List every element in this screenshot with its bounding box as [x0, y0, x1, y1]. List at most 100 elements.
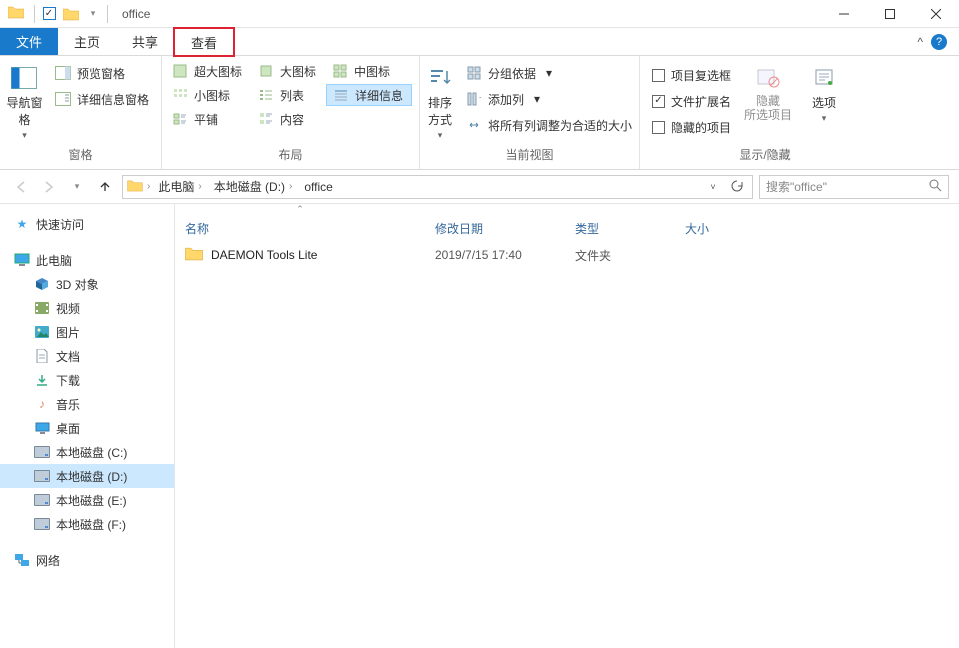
sort-indicator-icon: ⌃ [175, 204, 425, 214]
forward-button[interactable] [38, 176, 60, 198]
main-area: ★快速访问 此电脑 3D 对象 视频 图片 文档 下载 ♪音乐 桌面 本地磁盘 … [0, 204, 959, 648]
tree-drive-c[interactable]: 本地磁盘 (C:) [0, 440, 174, 464]
tree-videos[interactable]: 视频 [0, 296, 174, 320]
tree-drive-d[interactable]: 本地磁盘 (D:) [0, 464, 174, 488]
back-button[interactable] [10, 176, 32, 198]
chevron-down-icon: ▾ [534, 92, 540, 106]
item-checkboxes-toggle[interactable]: 项目复选框 [646, 64, 737, 86]
xlarge-icons-icon [172, 63, 188, 79]
sort-button[interactable]: 排序方式 ▾ [426, 60, 454, 143]
groupby-button[interactable]: 分组依据▾ [460, 62, 638, 84]
minimize-button[interactable] [821, 0, 867, 28]
chevron-right-icon[interactable]: › [147, 181, 150, 192]
addcolumns-button[interactable]: +添加列▾ [460, 88, 638, 110]
addcolumns-icon: + [466, 91, 482, 107]
file-type: 文件夹 [575, 247, 685, 264]
file-name: DAEMON Tools Lite [211, 248, 317, 262]
history-dropdown-button[interactable]: ˅ [702, 176, 724, 198]
medium-icons-icon [332, 63, 348, 79]
navigation-pane-button[interactable]: 导航窗格 ▾ [6, 60, 43, 143]
search-icon [929, 179, 942, 195]
details-pane-icon [55, 91, 71, 107]
close-button[interactable] [913, 0, 959, 28]
window-controls [821, 0, 959, 28]
divider [107, 5, 108, 23]
pc-icon [14, 252, 30, 268]
layout-small-button[interactable]: 小图标 [166, 84, 252, 106]
group-panes-label: 窗格 [0, 143, 161, 169]
document-icon [34, 348, 50, 364]
preview-pane-button[interactable]: 预览窗格 [49, 62, 155, 84]
title-bar: ▾ office [0, 0, 959, 28]
divider [34, 5, 35, 23]
layout-xlarge-button[interactable]: 超大图标 [166, 60, 252, 82]
collapse-ribbon-icon[interactable]: ^ [917, 35, 923, 49]
layout-details-button[interactable]: 详细信息 [326, 84, 412, 106]
column-name[interactable]: 名称 [175, 220, 425, 237]
fitcolumns-button[interactable]: 将所有列调整为合适的大小 [460, 114, 638, 136]
details-icon [333, 87, 349, 103]
drive-icon [34, 468, 50, 484]
breadcrumb-drive[interactable]: 本地磁盘 (D:)› [210, 178, 297, 195]
layout-medium-button[interactable]: 中图标 [326, 60, 400, 82]
layout-tiles-button[interactable]: 平铺 [166, 108, 252, 130]
layout-content-button[interactable]: 内容 [252, 108, 326, 130]
breadcrumb-folder[interactable]: office [300, 180, 336, 194]
groupby-icon [466, 65, 482, 81]
chevron-down-icon: ▾ [822, 113, 827, 124]
details-pane-button[interactable]: 详细信息窗格 [49, 88, 155, 110]
music-icon: ♪ [34, 396, 50, 412]
tree-drive-e[interactable]: 本地磁盘 (E:) [0, 488, 174, 512]
column-date[interactable]: 修改日期 [425, 220, 565, 237]
up-button[interactable] [94, 176, 116, 198]
tab-view[interactable]: 查看 [174, 28, 234, 56]
group-layout: 超大图标 大图标 中图标 小图标 列表 详细信息 平铺 内容 布局 [162, 56, 420, 169]
tree-music[interactable]: ♪音乐 [0, 392, 174, 416]
tree-3d-objects[interactable]: 3D 对象 [0, 272, 174, 296]
tree-this-pc[interactable]: 此电脑 [0, 248, 174, 272]
maximize-button[interactable] [867, 0, 913, 28]
qat-properties-icon[interactable] [39, 4, 59, 24]
recent-locations-button[interactable]: ▾ [66, 176, 88, 198]
chevron-down-icon: ▾ [546, 66, 552, 80]
options-button[interactable]: 选项 ▾ [799, 60, 849, 143]
tree-desktop[interactable]: 桌面 [0, 416, 174, 440]
tree-drive-f[interactable]: 本地磁盘 (F:) [0, 512, 174, 536]
tab-home[interactable]: 主页 [58, 28, 116, 55]
file-extensions-toggle[interactable]: 文件扩展名 [646, 90, 737, 112]
help-icon[interactable]: ? [931, 34, 947, 50]
tab-share[interactable]: 共享 [116, 28, 174, 55]
navigation-pane-label: 导航窗格 [6, 94, 43, 128]
layout-large-button[interactable]: 大图标 [252, 60, 326, 82]
hide-selected-button[interactable]: 隐藏 所选项目 [743, 60, 793, 143]
refresh-button[interactable] [726, 176, 748, 198]
qat-dropdown-icon[interactable]: ▾ [83, 4, 103, 24]
tree-network[interactable]: 网络 [0, 548, 174, 572]
hidden-items-toggle[interactable]: 隐藏的项目 [646, 116, 737, 138]
ribbon: 导航窗格 ▾ 预览窗格 详细信息窗格 窗格 超大图标 大图标 中图标 [0, 56, 959, 170]
group-showhide-label: 显示/隐藏 [640, 143, 890, 169]
tab-file[interactable]: 文件 [0, 28, 58, 55]
tree-quick-access[interactable]: ★快速访问 [0, 212, 174, 236]
checkbox-icon [652, 69, 665, 82]
address-bar-row: ▾ › 此电脑› 本地磁盘 (D:)› office ˅ 搜索"office" [0, 170, 959, 204]
breadcrumb-pc[interactable]: 此电脑› [154, 178, 205, 195]
chevron-right-icon[interactable]: › [289, 181, 292, 192]
video-icon [34, 300, 50, 316]
address-bar[interactable]: › 此电脑› 本地磁盘 (D:)› office ˅ [122, 175, 753, 199]
star-icon: ★ [14, 216, 30, 232]
column-type[interactable]: 类型 [565, 220, 675, 237]
tree-pictures[interactable]: 图片 [0, 320, 174, 344]
tree-downloads[interactable]: 下载 [0, 368, 174, 392]
qat-newfolder-icon[interactable] [61, 4, 81, 24]
file-row[interactable]: DAEMON Tools Lite 2019/7/15 17:40 文件夹 [175, 242, 959, 268]
ribbon-tabs: 文件 主页 共享 查看 ^ ? [0, 28, 959, 56]
layout-list-button[interactable]: 列表 [252, 84, 326, 106]
chevron-right-icon[interactable]: › [198, 181, 201, 192]
column-size[interactable]: 大小 [675, 220, 755, 237]
checkbox-icon [652, 121, 665, 134]
search-box[interactable]: 搜索"office" [759, 175, 949, 199]
tree-documents[interactable]: 文档 [0, 344, 174, 368]
content-icon [258, 111, 274, 127]
window-title: office [122, 7, 150, 21]
